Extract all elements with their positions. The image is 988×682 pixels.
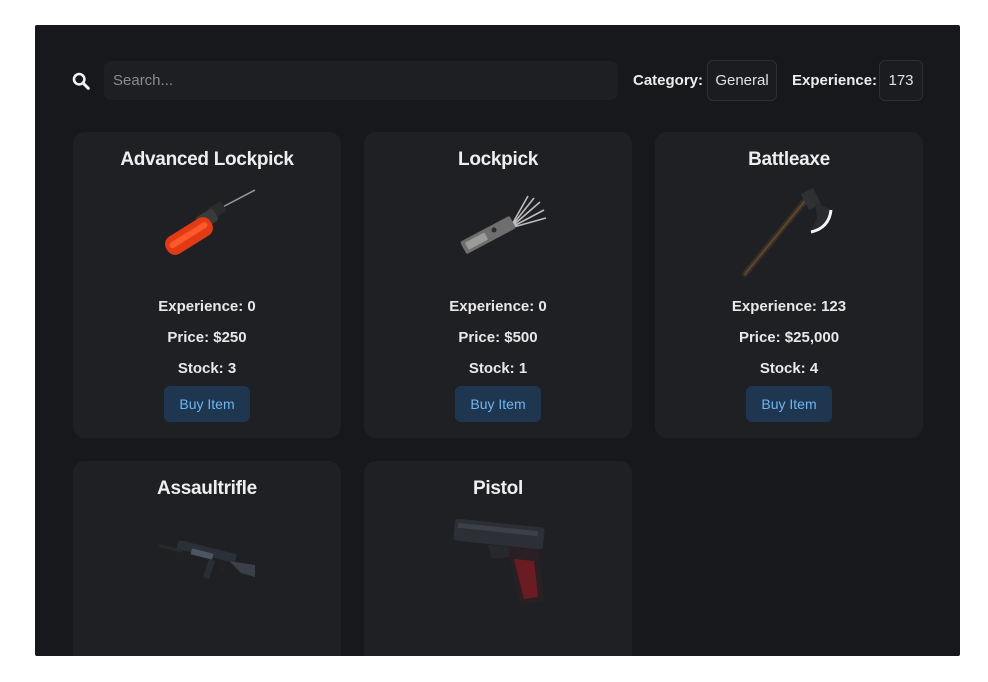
item-name: Advanced Lockpick [120,149,294,170]
item-experience: Experience: 0 [158,298,256,315]
pistol-icon [453,518,545,605]
item-card: Advanced Lockpick Experience: 0 Price: $… [73,132,341,438]
item-name: Pistol [473,478,523,499]
item-stock: Stock: 1 [468,360,528,377]
item-name: Battleaxe [748,149,830,170]
item-card: Battleaxe Experience: 123 Price: $25,000… [655,132,923,438]
item-price: Price: $25,000 [738,329,840,346]
assault-rifle-icon [158,540,255,579]
item-card: Lockpick Experience: 0 Price: $500 Stock… [364,132,632,438]
item-price: Price: $500 [458,329,538,346]
buy-item-button[interactable]: Buy Item [746,386,832,422]
category-select[interactable]: General [707,60,777,101]
item-card: Pistol [364,461,632,656]
category-label: Category: [633,72,704,89]
item-stock: Stock: 3 [177,360,237,377]
experience-value: 173 [879,60,923,101]
item-experience: Experience: 123 [731,298,847,315]
item-experience: Experience: 0 [449,298,547,315]
advanced-lockpick-icon [165,189,256,255]
item-card: Assaultrifle [73,461,341,656]
shop-panel: Category: General Experience: 173 Advanc… [35,25,960,656]
item-name: Assaultrifle [157,478,257,499]
search-icon [72,72,90,90]
item-stock: Stock: 4 [759,360,819,377]
lockpick-icon [460,195,547,254]
experience-label: Experience: [792,72,878,89]
buy-item-button[interactable]: Buy Item [455,386,541,422]
item-name: Lockpick [458,149,538,170]
search-input[interactable] [104,61,618,100]
item-price: Price: $250 [167,329,247,346]
buy-item-button[interactable]: Buy Item [164,386,250,422]
shop-toolbar: Category: General Experience: 173 [35,25,960,135]
battleaxe-icon [742,188,833,277]
